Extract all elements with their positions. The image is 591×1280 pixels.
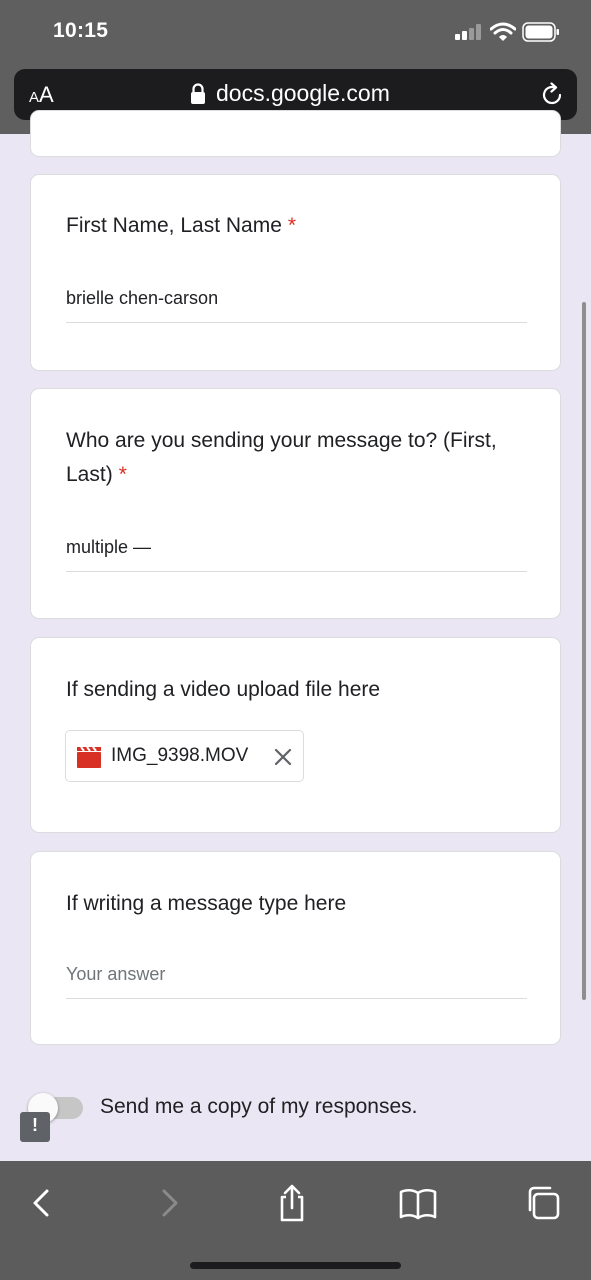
home-indicator[interactable] xyxy=(190,1262,401,1269)
send-copy-label: Send me a copy of my responses. xyxy=(100,1095,418,1118)
cellular-signal-icon xyxy=(455,24,483,40)
back-icon[interactable] xyxy=(22,1183,62,1223)
question-title: If sending a video upload file here xyxy=(66,678,381,701)
url-text[interactable]: docs.google.com xyxy=(216,80,390,107)
question-card-message: If writing a message type here Your answ… xyxy=(30,851,561,1045)
status-time: 10:15 xyxy=(53,19,109,42)
share-icon[interactable] xyxy=(272,1183,312,1223)
film-icon xyxy=(77,746,101,768)
lock-icon xyxy=(191,83,205,104)
question-title: First Name, Last Name * xyxy=(66,214,297,237)
forward-icon[interactable] xyxy=(149,1183,189,1223)
recipient-answer-input[interactable]: multiple — xyxy=(66,537,527,572)
required-marker: * xyxy=(287,214,297,237)
question-title: If writing a message type here xyxy=(66,892,347,915)
tabs-icon[interactable] xyxy=(523,1183,563,1223)
message-answer-input[interactable]: Your answer xyxy=(66,964,527,999)
required-marker: * xyxy=(118,463,127,486)
question-card-video: If sending a video upload file here IMG_… xyxy=(30,637,561,833)
reload-icon[interactable] xyxy=(539,82,565,108)
previous-question-card xyxy=(30,110,561,157)
close-icon[interactable] xyxy=(273,747,293,767)
bookmarks-icon[interactable] xyxy=(398,1183,438,1223)
question-card-name: First Name, Last Name * brielle chen-cars… xyxy=(30,174,561,371)
report-issue-icon[interactable]: ! xyxy=(20,1112,50,1142)
file-name: IMG_9398.MOV xyxy=(111,745,249,766)
battery-icon xyxy=(522,22,559,42)
scrollbar[interactable] xyxy=(582,302,586,1000)
question-card-recipient: Who are you sending your message to? (Fi… xyxy=(30,388,561,619)
name-answer-input[interactable]: brielle chen-carson xyxy=(66,288,527,323)
text-size-button[interactable]: AA xyxy=(29,82,54,108)
browser-bottom-toolbar xyxy=(0,1161,591,1280)
wifi-icon xyxy=(490,22,516,41)
question-title: Who are you sending your message to? (Fi… xyxy=(66,429,497,486)
uploaded-file-chip[interactable]: IMG_9398.MOV xyxy=(65,730,304,782)
